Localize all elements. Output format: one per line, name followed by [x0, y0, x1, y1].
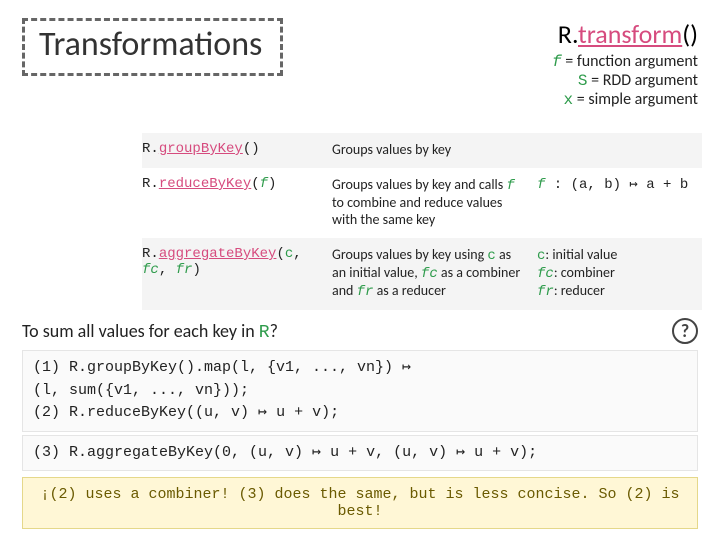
answer-banner: ¡(2) uses a combiner! (3) does the same,… — [22, 477, 698, 529]
legend: R.transform() f = function argument S = … — [552, 18, 698, 109]
code-block-2: (3) R.aggregateByKey(0, (u, v) ↦ u + v, … — [22, 435, 698, 472]
legend-s: S = RDD argument — [552, 71, 698, 90]
legend-x: x = simple argument — [552, 90, 698, 109]
help-icon: ? — [672, 318, 698, 344]
table-row: R.groupByKey() Groups values by key — [142, 133, 702, 168]
table-row: R.aggregateByKey(c, fc, fr) Groups value… — [142, 238, 702, 310]
question-row: To sum all values for each key in R? ? — [22, 318, 698, 344]
code-block-1: (1) R.groupByKey().map(l, {v1, ..., vn})… — [22, 350, 698, 432]
legend-api: R.transform() — [552, 18, 698, 50]
table-row: R.reduceByKey(f) Groups values by key an… — [142, 168, 702, 238]
api-table: R.groupByKey() Groups values by key R.re… — [142, 133, 702, 310]
legend-f: f = function argument — [552, 52, 698, 71]
page-title: Transformations — [22, 18, 283, 76]
